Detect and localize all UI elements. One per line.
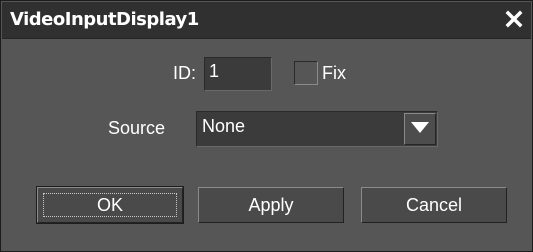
ok-button[interactable]: OK	[36, 186, 184, 224]
id-label: ID:	[173, 63, 197, 83]
dialog-title: VideoInputDisplay1	[10, 9, 199, 30]
focus-ring	[43, 193, 177, 217]
cancel-button-label: Cancel	[405, 195, 463, 215]
fix-checkbox[interactable]	[294, 61, 318, 85]
source-select[interactable]: None	[196, 111, 438, 147]
cancel-button[interactable]: Cancel	[361, 187, 507, 223]
source-selected-value: None	[202, 116, 246, 136]
title-bar[interactable]: VideoInputDisplay1	[2, 2, 531, 39]
close-icon	[505, 10, 523, 28]
source-dropdown-button[interactable]	[404, 113, 436, 145]
apply-button[interactable]: Apply	[198, 187, 344, 223]
dialog-window: VideoInputDisplay1 ID: 1 Fix Source None…	[0, 0, 533, 252]
id-input[interactable]: 1	[204, 57, 272, 91]
dropdown-arrow-icon	[411, 122, 429, 133]
source-label: Source	[108, 118, 166, 138]
close-button[interactable]	[503, 8, 525, 30]
apply-button-label: Apply	[248, 195, 294, 215]
fix-label: Fix	[322, 63, 346, 83]
